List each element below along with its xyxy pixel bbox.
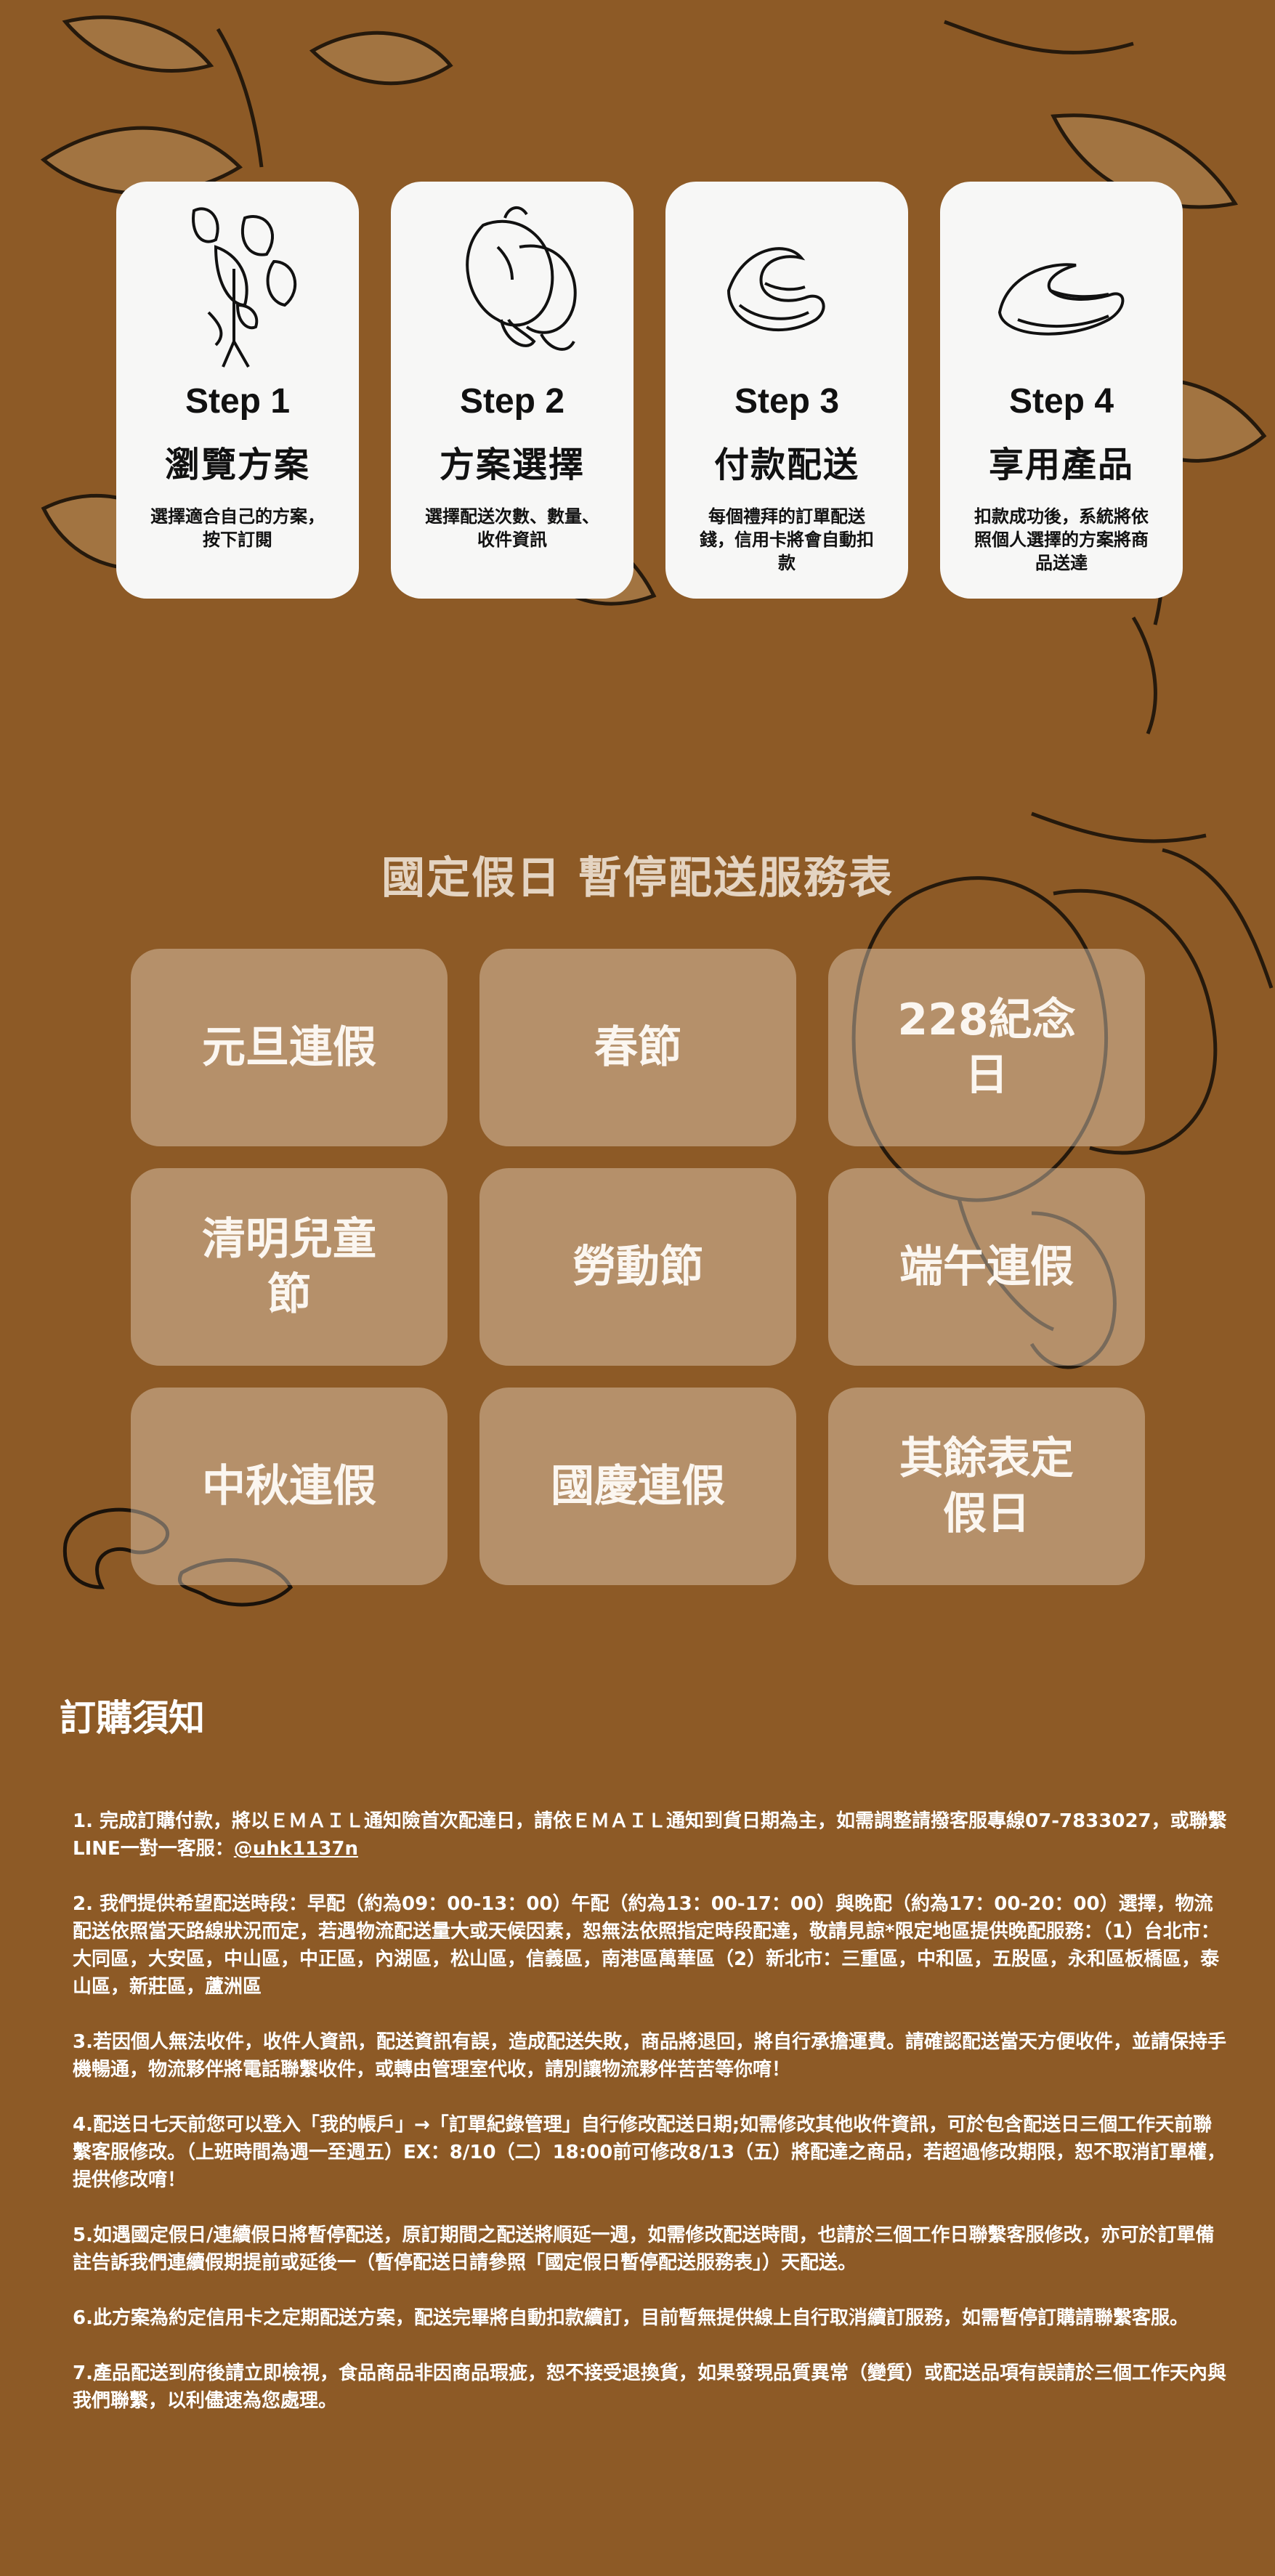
holiday-card: 春節	[479, 949, 796, 1146]
holiday-label: 中秋連假	[202, 1461, 376, 1512]
holiday-card: 勞動節	[479, 1168, 796, 1366]
step-card-3: Step 3 付款配送 每個禮拜的訂單配送錢，信用卡將會自動扣款	[665, 182, 908, 599]
notice-item: 2. 我們提供希望配送時段：早配（約為09：00-13：00）午配（約為13：0…	[73, 1893, 1220, 1998]
step-title: 方案選擇	[439, 445, 585, 485]
step-number: Step 2	[459, 382, 565, 421]
holiday-card: 中秋連假	[131, 1388, 448, 1585]
notice-item: 1. 完成訂購付款，將以ＥＭＡＩＬ通知險首次配達日，請依ＥＭＡＩＬ通知到貨日期為…	[73, 1807, 1228, 1863]
step-card-4: Step 4 享用產品 扣款成功後，系統將依照個人選擇的方案將商品送達	[940, 182, 1183, 599]
step-description: 選擇適合自己的方案，按下訂閱	[150, 506, 325, 550]
holiday-card: 國慶連假	[479, 1388, 796, 1585]
holiday-card: 228紀念日	[828, 949, 1145, 1146]
cashew-fruit-icon	[466, 206, 577, 351]
holiday-card: 其餘表定假日	[828, 1388, 1145, 1585]
cashew-nut-icon	[726, 247, 825, 331]
step-card-2: Step 2 方案選擇 選擇配送次數、數量、收件資訊	[391, 182, 634, 599]
holiday-label: 端午連假	[899, 1242, 1074, 1292]
notice-item: 5.如遇國定假日/連續假日將暫停配送，原訂期間之配送將順延一週，如需修改配送時間…	[73, 2224, 1215, 2274]
step-title: 瀏覽方案	[164, 445, 310, 485]
step-number: Step 3	[734, 382, 840, 421]
holiday-label: 勞動節	[572, 1242, 703, 1292]
notice-title: 訂購須知	[60, 1697, 205, 1739]
page: Step 1 瀏覽方案 選擇適合自己的方案，按下訂閱 Step 2 方案選擇 選…	[0, 0, 1275, 2576]
notice-list: 1. 完成訂購付款，將以ＥＭＡＩＬ通知險首次配達日，請依ＥＭＡＩＬ通知到貨日期為…	[73, 1807, 1228, 2442]
subscription-steps: Step 1 瀏覽方案 選擇適合自己的方案，按下訂閱 Step 2 方案選擇 選…	[116, 182, 1184, 599]
holiday-grid: 元旦連假 春節 228紀念日 清明兒童節 勞動節 端午連假 中秋連假 國慶連假 …	[131, 949, 1145, 1587]
holiday-label: 其餘表定假日	[899, 1433, 1074, 1539]
step-card-1: Step 1 瀏覽方案 選擇適合自己的方案，按下訂閱	[116, 182, 359, 599]
holiday-label: 清明兒童節	[202, 1214, 376, 1320]
holiday-label: 228紀念日	[897, 995, 1076, 1101]
cashew-nut-icon	[997, 263, 1125, 336]
step-number: Step 1	[185, 382, 291, 421]
step-number: Step 4	[1008, 382, 1114, 421]
holiday-section-title: 國定假日 暫停配送服務表	[381, 853, 894, 904]
cashew-branch-icon	[192, 207, 297, 368]
holiday-label: 元旦連假	[202, 1022, 376, 1073]
holiday-card: 清明兒童節	[131, 1168, 448, 1366]
step-description: 每個禮拜的訂單配送錢，信用卡將會自動扣款	[700, 506, 874, 573]
step-title: 享用產品	[988, 445, 1134, 485]
holiday-card: 端午連假	[828, 1168, 1145, 1366]
holiday-label: 國慶連假	[551, 1461, 725, 1512]
notice-item: 7.產品配送到府後請立即檢視，食品商品非因商品瑕疵，恕不接受退換貨，如果發現品質…	[73, 2362, 1226, 2412]
step-title: 付款配送	[713, 445, 859, 485]
notice-item: 6.此方案為約定信用卡之定期配送方案，配送完畢將自動扣款續訂，目前暫無提供線上自…	[73, 2307, 1189, 2329]
line-id-link[interactable]: @uhk1137n	[234, 1838, 358, 1860]
notice-item: 4.配送日七天前您可以登入「我的帳戶」→「訂單紀錄管理」自行修改配送日期;如需修…	[73, 2114, 1226, 2191]
step-description: 扣款成功後，系統將依照個人選擇的方案將商品送達	[974, 506, 1149, 573]
step-description: 選擇配送次數、數量、收件資訊	[425, 506, 599, 550]
holiday-label: 春節	[594, 1022, 681, 1073]
notice-item: 3.若因個人無法收件，收件人資訊，配送資訊有誤，造成配送失敗，商品將退回，將自行…	[73, 2031, 1226, 2081]
holiday-card: 元旦連假	[131, 949, 448, 1146]
